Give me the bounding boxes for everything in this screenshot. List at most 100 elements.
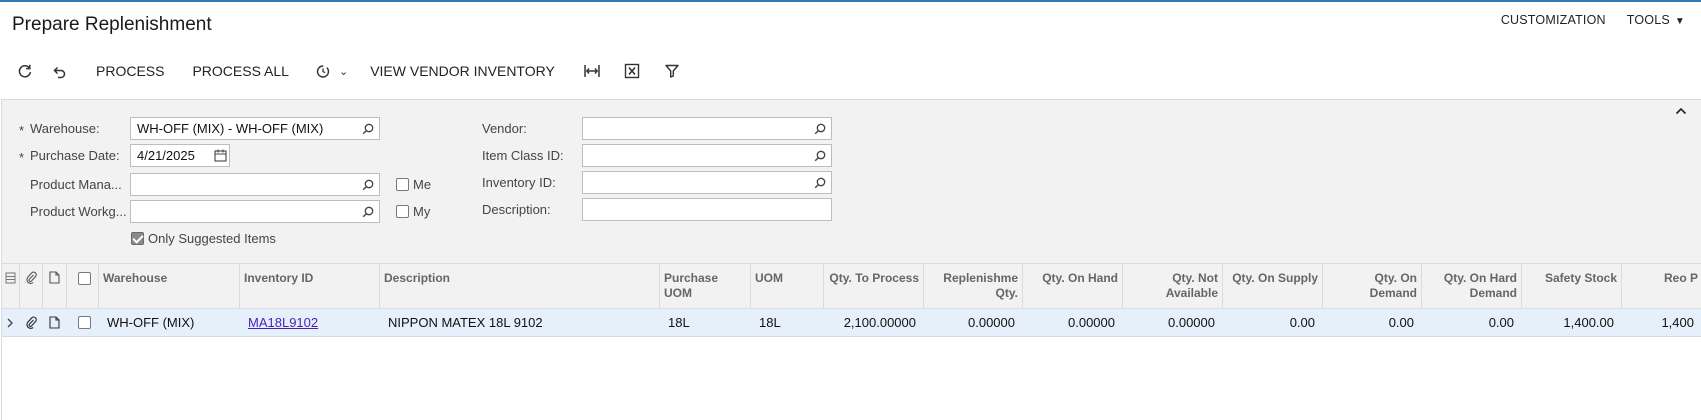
schedule-dropdown-button[interactable]: ⌄ xyxy=(303,56,356,86)
search-icon xyxy=(814,177,826,188)
cell-purchase-uom: 18L xyxy=(668,315,690,330)
row-select-cell xyxy=(67,309,99,336)
schedule-icon xyxy=(316,65,330,78)
col-qty-on-demand[interactable]: Qty. On Demand xyxy=(1323,264,1422,309)
vendor-field[interactable] xyxy=(582,117,832,140)
tools-label: TOOLS xyxy=(1626,13,1670,27)
product-workgroup-field[interactable] xyxy=(130,200,380,223)
col-warehouse[interactable]: Warehouse xyxy=(99,264,240,309)
attach-icon xyxy=(26,271,37,284)
process-all-button[interactable]: PROCESS ALL xyxy=(178,56,303,86)
description-field[interactable] xyxy=(582,198,832,221)
vendor-search-button[interactable] xyxy=(810,118,830,139)
item-class-field[interactable] xyxy=(582,144,832,167)
cell-qty-to-process[interactable]: 2,100.00000 xyxy=(824,309,924,336)
product-manager-label: Product Mana... xyxy=(30,177,122,192)
my-label: My xyxy=(413,204,431,219)
warehouse-label: Warehouse: xyxy=(30,121,100,136)
me-label: Me xyxy=(413,177,432,192)
search-icon xyxy=(814,123,826,134)
col-safety-stock[interactable]: Safety Stock xyxy=(1522,264,1622,309)
col-reorder-point[interactable]: Reo P xyxy=(1622,264,1701,309)
cell-qty-not-available: 0.00000 xyxy=(1168,315,1215,330)
col-purchase-uom[interactable]: Purchase UOM xyxy=(660,264,751,309)
purchase-date-label: Purchase Date: xyxy=(30,148,120,163)
inventory-id-search-button[interactable] xyxy=(810,172,830,193)
refresh-button[interactable] xyxy=(8,56,42,86)
replenishment-grid: Warehouse Inventory ID Description Purch… xyxy=(1,263,1701,420)
col-description[interactable]: Description xyxy=(380,264,660,309)
cell-reorder-point: 1,400 xyxy=(1661,315,1694,330)
customization-button[interactable]: CUSTOMIZATION xyxy=(1501,13,1606,27)
filter-icon xyxy=(665,64,679,78)
inventory-id-field[interactable] xyxy=(582,171,832,194)
col-uom[interactable]: UOM xyxy=(751,264,824,309)
top-right-menu: CUSTOMIZATION TOOLS ▼ xyxy=(1501,13,1701,27)
view-vendor-inventory-button[interactable]: VIEW VENDOR INVENTORY xyxy=(356,56,569,86)
cell-qty-on-hand: 0.00000 xyxy=(1068,315,1115,330)
cell-qty-on-supply: 0.00 xyxy=(1289,315,1315,330)
search-icon xyxy=(362,206,374,217)
cell-warehouse: WH-OFF (MIX) xyxy=(107,315,195,330)
note-header xyxy=(43,264,67,309)
col-replenishment-qty[interactable]: Replenishme Qty. xyxy=(924,264,1023,309)
col-qty-on-hard-demand[interactable]: Qty. On Hard Demand xyxy=(1422,264,1522,309)
cell-replenishment-qty: 0.00000 xyxy=(968,315,1015,330)
item-class-label: Item Class ID: xyxy=(482,148,564,163)
item-class-search-button[interactable] xyxy=(810,145,830,166)
search-icon xyxy=(362,179,374,190)
calendar-icon xyxy=(213,149,227,162)
row-attach-icon[interactable] xyxy=(20,309,43,336)
col-qty-to-process[interactable]: Qty. To Process xyxy=(824,264,924,309)
export-excel-button[interactable] xyxy=(615,56,649,86)
row-note-icon[interactable] xyxy=(43,309,67,336)
cell-qty-on-demand: 0.00 xyxy=(1388,315,1414,330)
col-qty-not-available[interactable]: Qty. Not Available xyxy=(1123,264,1223,309)
process-button[interactable]: PROCESS xyxy=(82,56,178,86)
row-expand-icon[interactable] xyxy=(2,309,20,336)
calendar-button[interactable] xyxy=(210,145,230,166)
cell-safety-stock: 1,400.00 xyxy=(1563,315,1614,330)
me-checkbox[interactable] xyxy=(396,178,409,191)
product-manager-search-button[interactable] xyxy=(358,174,378,195)
required-marker: * xyxy=(19,123,25,138)
page-title: Prepare Replenishment xyxy=(12,14,212,35)
fit-columns-button[interactable] xyxy=(575,56,609,86)
only-suggested-items-label: Only Suggested Items xyxy=(148,231,276,246)
warehouse-field[interactable] xyxy=(130,117,380,140)
inventory-id-label: Inventory ID: xyxy=(482,175,556,190)
grid-header: Warehouse Inventory ID Description Purch… xyxy=(2,263,1701,309)
fit-columns-icon xyxy=(584,65,600,77)
only-suggested-items-checkbox[interactable] xyxy=(131,232,144,245)
cell-uom: 18L xyxy=(759,315,781,330)
cell-description: NIPPON MATEX 18L 9102 xyxy=(388,315,543,330)
filter-button[interactable] xyxy=(655,56,689,86)
col-qty-on-supply[interactable]: Qty. On Supply xyxy=(1223,264,1323,309)
attach-header xyxy=(20,264,43,309)
col-inventory-id[interactable]: Inventory ID xyxy=(240,264,380,309)
tools-menu-button[interactable]: TOOLS ▼ xyxy=(1627,13,1701,27)
col-qty-on-hand[interactable]: Qty. On Hand xyxy=(1023,264,1123,309)
grid-settings-header[interactable] xyxy=(2,264,20,309)
my-checkbox[interactable] xyxy=(396,205,409,218)
note-icon xyxy=(49,271,60,284)
search-icon xyxy=(814,150,826,161)
toolbar: PROCESS PROCESS ALL ⌄ VIEW VENDOR INVENT… xyxy=(8,56,689,86)
undo-icon xyxy=(53,66,66,79)
row-select-checkbox[interactable] xyxy=(78,316,91,329)
product-manager-field[interactable] xyxy=(130,173,380,196)
warehouse-search-button[interactable] xyxy=(358,118,378,139)
description-label: Description: xyxy=(482,202,551,217)
select-all-checkbox[interactable] xyxy=(78,272,91,285)
inventory-id-link[interactable]: MA18L9102 xyxy=(248,315,318,330)
grid-settings-icon xyxy=(5,272,16,284)
refresh-icon xyxy=(18,64,32,78)
cell-inventory-id: MA18L9102 xyxy=(240,309,380,336)
excel-icon xyxy=(624,63,640,79)
undo-button[interactable] xyxy=(42,56,76,86)
collapse-icon[interactable] xyxy=(1675,104,1687,119)
product-workgroup-search-button[interactable] xyxy=(358,201,378,222)
table-row[interactable]: WH-OFF (MIX) MA18L9102 NIPPON MATEX 18L … xyxy=(2,309,1701,337)
chevron-down-icon: ⌄ xyxy=(338,65,349,78)
select-all-header xyxy=(67,264,99,309)
